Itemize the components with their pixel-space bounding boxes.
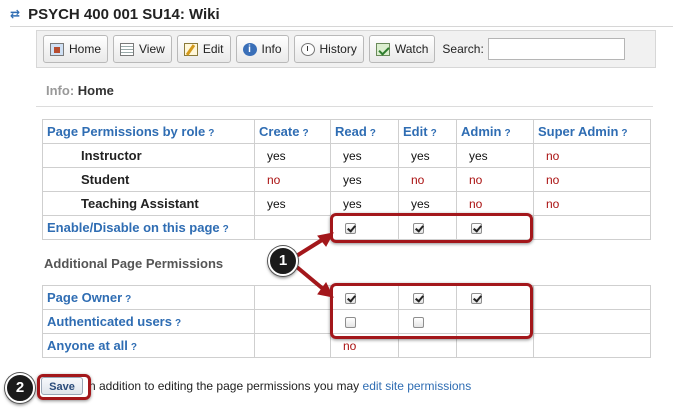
callout-arrows xyxy=(296,232,334,298)
step-marker-1: 1 xyxy=(268,246,298,276)
step-marker-2: 2 xyxy=(5,373,35,403)
